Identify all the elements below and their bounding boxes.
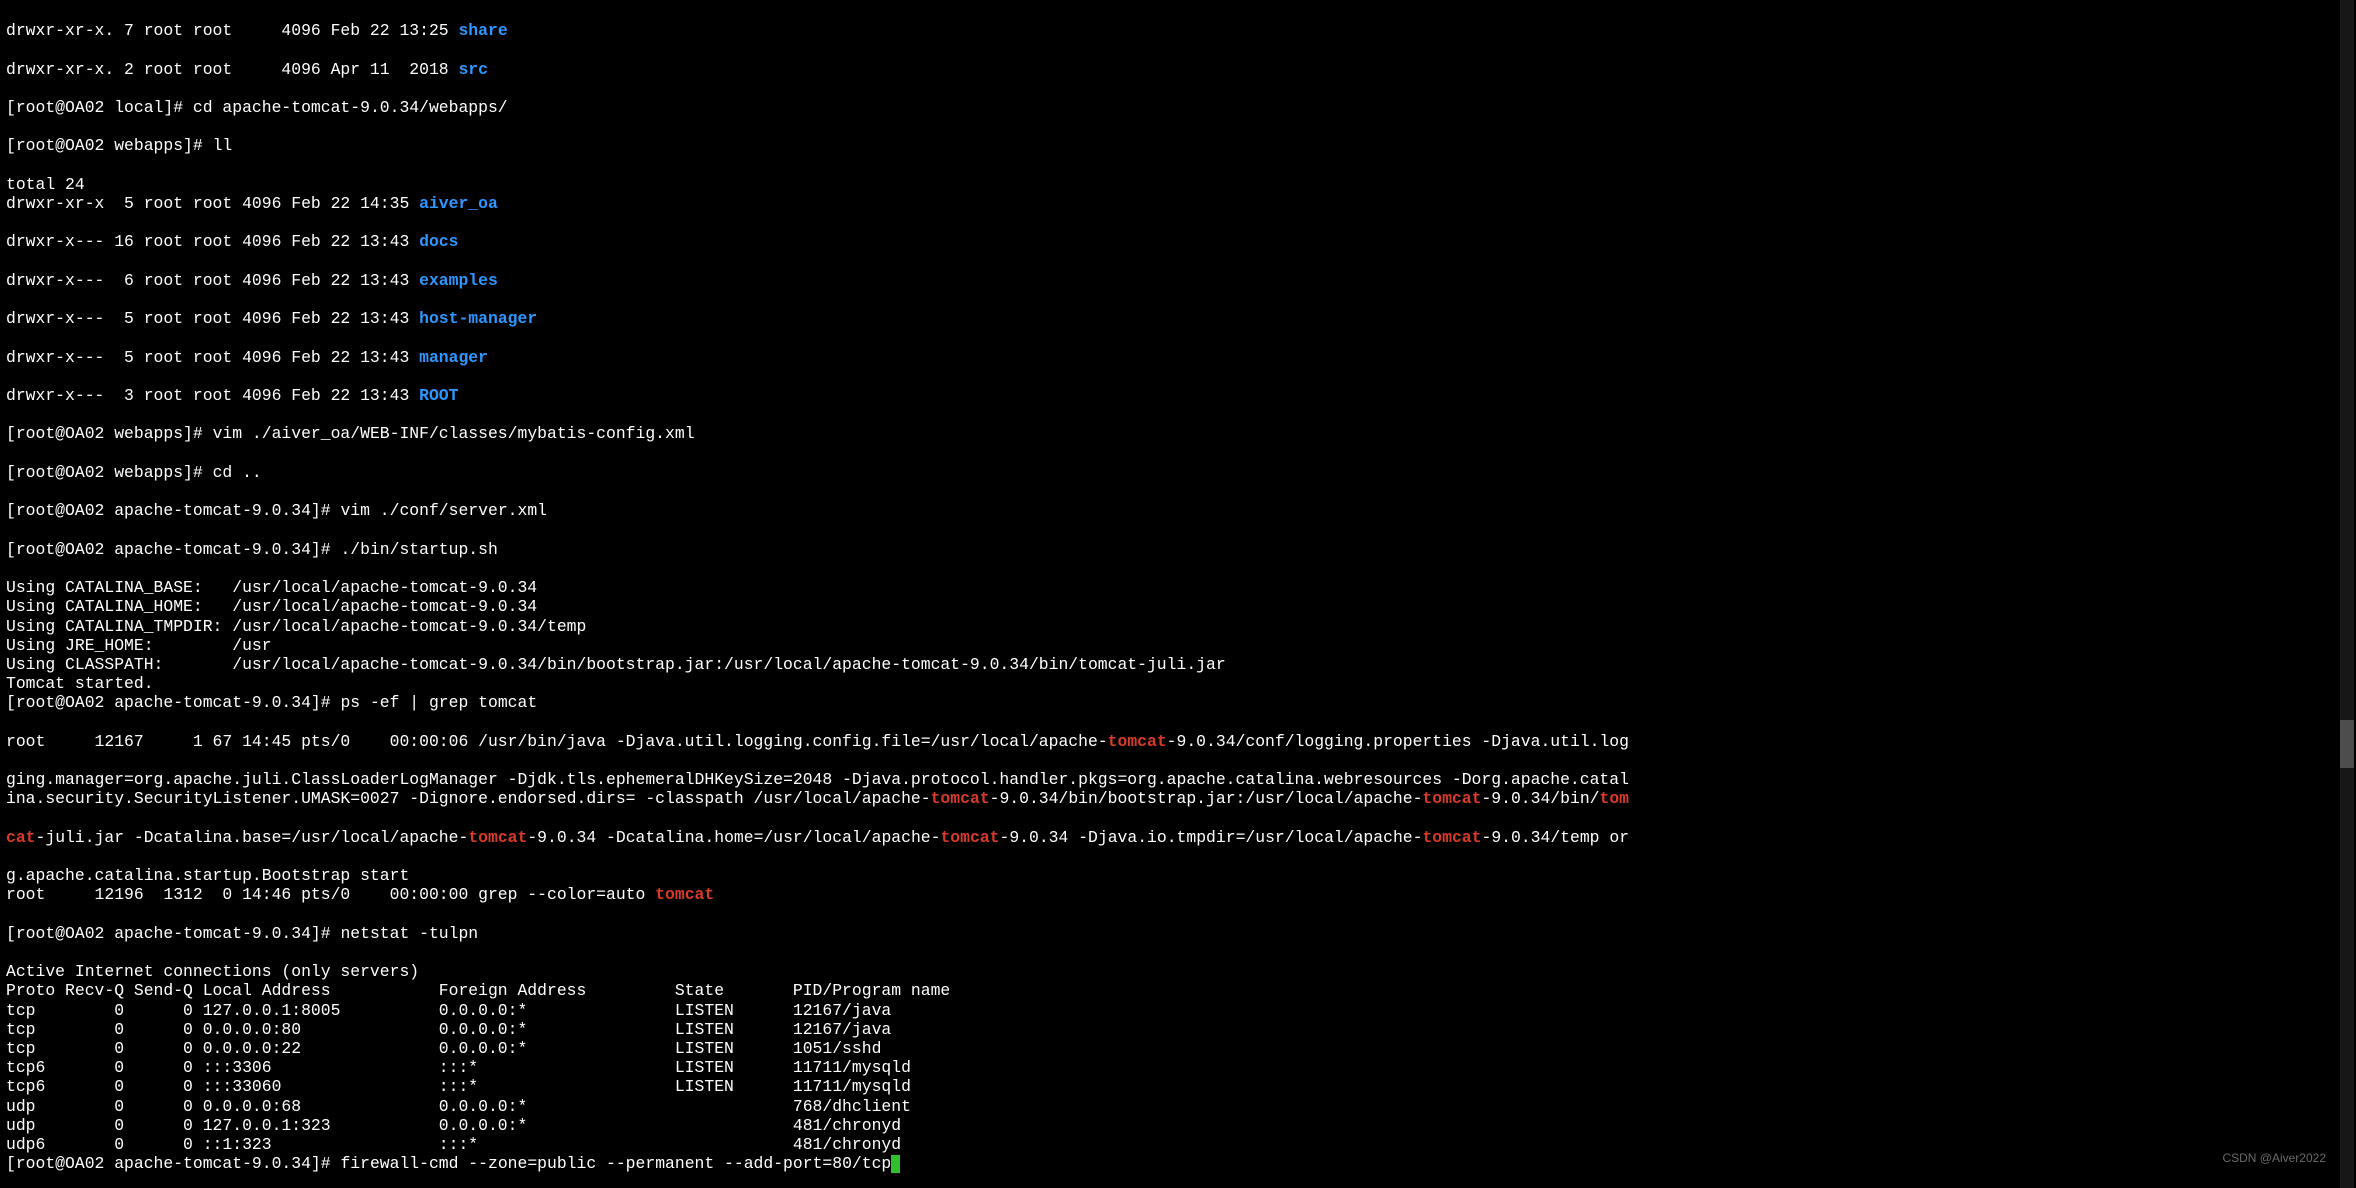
ls-row: drwxr-x--- 6 root root 4096 Feb 22 13:43… <box>6 271 1542 290</box>
ps-text: root 12167 1 67 14:45 pts/0 00:00:06 /us… <box>6 732 1108 751</box>
netstat-columns: Proto Recv-Q Send-Q Local Address Foreig… <box>6 981 990 1000</box>
netstat-row: tcp 0 0 0.0.0.0:22 0.0.0.0:* LISTEN 1051… <box>6 1039 990 1058</box>
ps-text: -9.0.34/temp or <box>1481 828 1629 847</box>
match-highlight: tom <box>1600 789 1630 808</box>
ps-text: ina.security.SecurityListener.UMASK=0027… <box>6 789 931 808</box>
command: vim ./aiver_oa/WEB-INF/classes/mybatis-c… <box>213 424 695 443</box>
netstat-row: tcp 0 0 0.0.0.0:80 0.0.0.0:* LISTEN 1216… <box>6 1020 990 1039</box>
prompt-line: [root@OA02 apache-tomcat-9.0.34]# vim ./… <box>6 501 1542 520</box>
prompt-line: [root@OA02 local]# cd apache-tomcat-9.0.… <box>6 98 1542 117</box>
prompt: [root@OA02 local]# <box>6 98 193 117</box>
ls-row: drwxr-x--- 5 root root 4096 Feb 22 13:43… <box>6 309 1542 328</box>
prompt-line: [root@OA02 apache-tomcat-9.0.34]# netsta… <box>6 924 1542 943</box>
prompt-line[interactable]: [root@OA02 apache-tomcat-9.0.34]# firewa… <box>6 1154 1542 1173</box>
dir-name: examples <box>419 271 498 290</box>
ls-row: drwxr-x--- 5 root root 4096 Feb 22 13:43… <box>6 348 1542 367</box>
command: ps -ef | grep tomcat <box>340 693 537 712</box>
ls-row: drwxr-xr-x 5 root root 4096 Feb 22 14:35… <box>6 194 1542 213</box>
netstat-row: udp 0 0 0.0.0.0:68 0.0.0.0:* 768/dhclien… <box>6 1097 990 1116</box>
cursor-icon <box>891 1155 900 1173</box>
prompt-line: [root@OA02 webapps]# vim ./aiver_oa/WEB-… <box>6 424 1542 443</box>
ps-line: g.apache.catalina.startup.Bootstrap star… <box>6 866 409 885</box>
prompt: [root@OA02 apache-tomcat-9.0.34]# <box>6 540 340 559</box>
ps-line: ina.security.SecurityListener.UMASK=0027… <box>6 789 1542 808</box>
output-line: Using CATALINA_TMPDIR: /usr/local/apache… <box>6 617 586 636</box>
ps-text: -juli.jar -Dcatalina.base=/usr/local/apa… <box>36 828 469 847</box>
file-meta: drwxr-x--- 5 root root 4096 Feb 22 13:43 <box>6 309 419 328</box>
prompt: [root@OA02 webapps]# <box>6 424 213 443</box>
match-highlight: tomcat <box>468 828 527 847</box>
ls-row: drwxr-xr-x. 7 root root 4096 Feb 22 13:2… <box>6 21 1542 40</box>
dir-name: host-manager <box>419 309 537 328</box>
netstat-row: tcp 0 0 127.0.0.1:8005 0.0.0.0:* LISTEN … <box>6 1001 990 1020</box>
dir-name: manager <box>419 348 488 367</box>
terminal[interactable]: drwxr-xr-x. 7 root root 4096 Feb 22 13:2… <box>0 0 1548 1188</box>
ps-text: -9.0.34/bin/ <box>1481 789 1599 808</box>
match-highlight: tomcat <box>1422 828 1481 847</box>
match-highlight: tomcat <box>1108 732 1167 751</box>
prompt-line: [root@OA02 webapps]# ll <box>6 136 1542 155</box>
netstat-row: udp 0 0 127.0.0.1:323 0.0.0.0:* 481/chro… <box>6 1116 990 1135</box>
ps-text: root 12196 1312 0 14:46 pts/0 00:00:00 g… <box>6 885 655 904</box>
ps-text: -9.0.34/conf/logging.properties -Djava.u… <box>1167 732 1629 751</box>
prompt: [root@OA02 apache-tomcat-9.0.34]# <box>6 693 340 712</box>
prompt-line: [root@OA02 apache-tomcat-9.0.34]# ps -ef… <box>6 693 1542 712</box>
prompt: [root@OA02 apache-tomcat-9.0.34]# <box>6 501 340 520</box>
prompt-line: [root@OA02 apache-tomcat-9.0.34]# ./bin/… <box>6 540 1542 559</box>
dir-name: share <box>458 21 507 40</box>
ps-text: -9.0.34 -Dcatalina.home=/usr/local/apach… <box>527 828 940 847</box>
netstat-header: Active Internet connections (only server… <box>6 962 419 981</box>
watermark-text: CSDN @Aiver2022 <box>2222 1149 2326 1168</box>
command: vim ./conf/server.xml <box>340 501 547 520</box>
dir-name: docs <box>419 232 458 251</box>
match-highlight: tomcat <box>655 885 714 904</box>
file-meta: drwxr-xr-x. 7 root root 4096 Feb 22 13:2… <box>6 21 458 40</box>
command-input[interactable]: firewall-cmd --zone=public --permanent -… <box>340 1154 891 1173</box>
total-line: total 24 <box>6 175 85 194</box>
ps-line: cat-juli.jar -Dcatalina.base=/usr/local/… <box>6 828 1542 847</box>
dir-name: ROOT <box>419 386 458 405</box>
file-meta: drwxr-xr-x. 2 root root 4096 Apr 11 2018 <box>6 60 458 79</box>
command: cd .. <box>213 463 262 482</box>
command: netstat -tulpn <box>340 924 478 943</box>
file-meta: drwxr-x--- 5 root root 4096 Feb 22 13:43 <box>6 348 419 367</box>
file-meta: drwxr-x--- 3 root root 4096 Feb 22 13:43 <box>6 386 419 405</box>
ps-line: ging.manager=org.apache.juli.ClassLoader… <box>6 770 1629 789</box>
match-highlight: tomcat <box>940 828 999 847</box>
match-highlight: cat <box>6 828 36 847</box>
netstat-row: udp6 0 0 ::1:323 :::* 481/chronyd <box>6 1135 990 1154</box>
output-line: Using CLASSPATH: /usr/local/apache-tomca… <box>6 655 1226 674</box>
output-line: Using CATALINA_BASE: /usr/local/apache-t… <box>6 578 537 597</box>
match-highlight: tomcat <box>931 789 990 808</box>
prompt: [root@OA02 webapps]# <box>6 136 213 155</box>
file-meta: drwxr-xr-x 5 root root 4096 Feb 22 14:35 <box>6 194 419 213</box>
file-meta: drwxr-x--- 16 root root 4096 Feb 22 13:4… <box>6 232 419 251</box>
prompt: [root@OA02 webapps]# <box>6 463 213 482</box>
output-line: Using JRE_HOME: /usr <box>6 636 272 655</box>
ps-text: -9.0.34 -Djava.io.tmpdir=/usr/local/apac… <box>1000 828 1423 847</box>
output-line: Tomcat started. <box>6 674 154 693</box>
ps-text: -9.0.34/bin/bootstrap.jar:/usr/local/apa… <box>990 789 1423 808</box>
prompt: [root@OA02 apache-tomcat-9.0.34]# <box>6 1154 340 1173</box>
command: ./bin/startup.sh <box>340 540 497 559</box>
ls-row: drwxr-x--- 3 root root 4096 Feb 22 13:43… <box>6 386 1542 405</box>
ls-row: drwxr-x--- 16 root root 4096 Feb 22 13:4… <box>6 232 1542 251</box>
command: cd apache-tomcat-9.0.34/webapps/ <box>193 98 508 117</box>
match-highlight: tomcat <box>1422 789 1481 808</box>
prompt-line: [root@OA02 webapps]# cd .. <box>6 463 1542 482</box>
command: ll <box>213 136 233 155</box>
output-line: Using CATALINA_HOME: /usr/local/apache-t… <box>6 597 537 616</box>
dir-name: src <box>458 60 488 79</box>
scrollbar-track[interactable] <box>2340 0 2354 1188</box>
dir-name: aiver_oa <box>419 194 498 213</box>
netstat-row: tcp6 0 0 :::3306 :::* LISTEN 11711/mysql… <box>6 1058 990 1077</box>
netstat-row: tcp6 0 0 :::33060 :::* LISTEN 11711/mysq… <box>6 1077 990 1096</box>
prompt: [root@OA02 apache-tomcat-9.0.34]# <box>6 924 340 943</box>
file-meta: drwxr-x--- 6 root root 4096 Feb 22 13:43 <box>6 271 419 290</box>
ls-row: drwxr-xr-x. 2 root root 4096 Apr 11 2018… <box>6 60 1542 79</box>
ps-line: root 12196 1312 0 14:46 pts/0 00:00:00 g… <box>6 885 1542 904</box>
scrollbar-thumb[interactable] <box>2340 720 2354 768</box>
ps-line: root 12167 1 67 14:45 pts/0 00:00:06 /us… <box>6 732 1542 751</box>
